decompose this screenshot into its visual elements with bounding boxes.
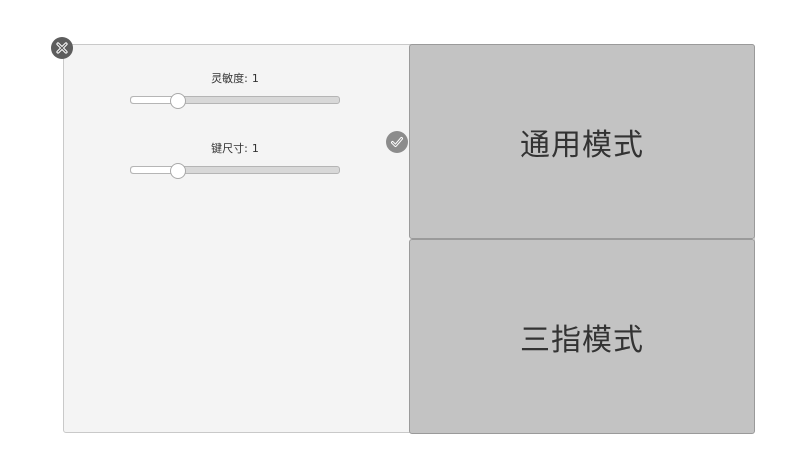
key-size-value: 1 — [251, 142, 259, 155]
three-finger-mode-button[interactable]: 三指模式 — [409, 239, 755, 434]
key-size-label: 键尺寸: 1 — [130, 141, 340, 157]
key-size-label-text: 键尺寸: — [211, 142, 248, 155]
checkmark-icon — [391, 137, 403, 147]
confirm-button[interactable] — [386, 131, 408, 153]
general-mode-button[interactable]: 通用模式 — [409, 44, 755, 239]
key-size-slider[interactable] — [130, 163, 340, 179]
sensitivity-label-text: 灵敏度: — [211, 72, 248, 85]
close-button[interactable] — [51, 37, 73, 59]
sensitivity-setting: 灵敏度: 1 — [130, 71, 340, 109]
close-icon — [56, 42, 68, 54]
general-mode-label: 通用模式 — [520, 127, 644, 163]
sensitivity-slider[interactable] — [130, 93, 340, 109]
key-size-setting: 键尺寸: 1 — [130, 141, 340, 179]
key-size-slider-thumb[interactable] — [169, 163, 186, 179]
sensitivity-label: 灵敏度: 1 — [130, 71, 340, 87]
three-finger-mode-label: 三指模式 — [520, 322, 644, 358]
sensitivity-value: 1 — [251, 72, 259, 85]
sensitivity-slider-thumb[interactable] — [169, 93, 186, 109]
